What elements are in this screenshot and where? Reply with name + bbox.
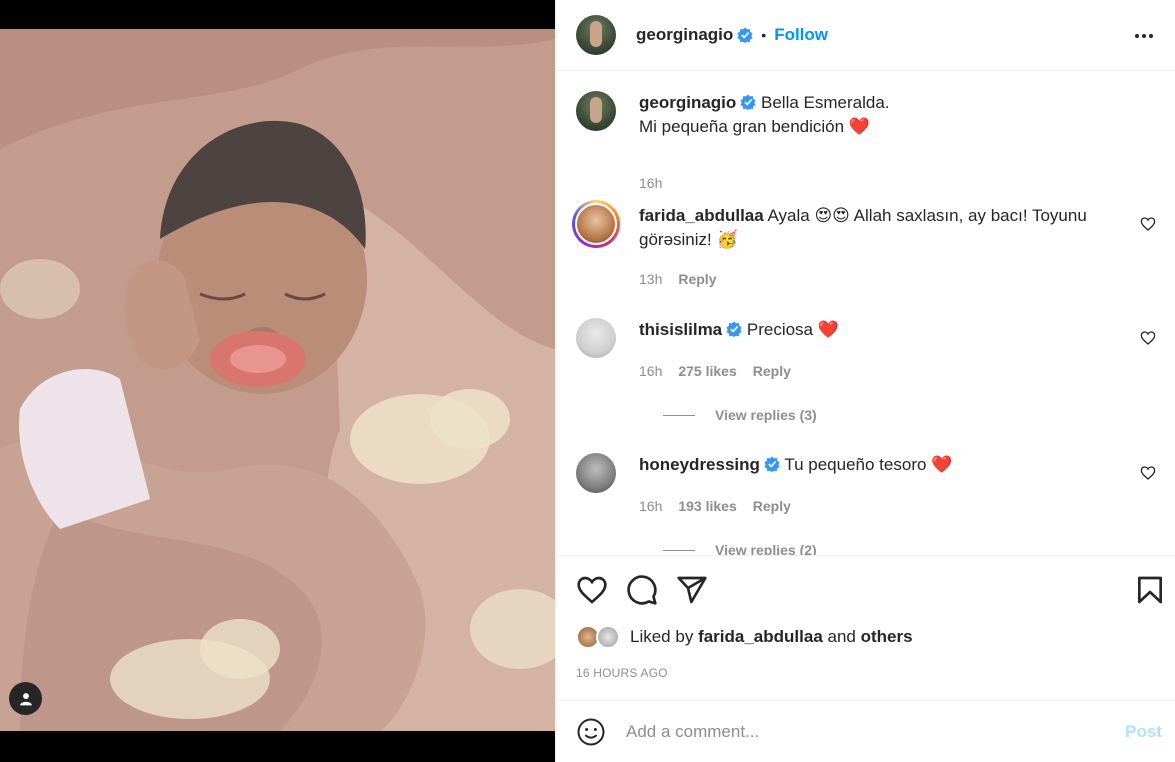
comment-icon[interactable] (626, 574, 658, 606)
caption-meta: 16h (639, 175, 662, 191)
emoji-icon[interactable] (576, 717, 606, 747)
commenter-avatar[interactable] (576, 453, 616, 493)
more-options-icon[interactable] (1132, 24, 1156, 48)
view-replies-button[interactable]: View replies (2) (663, 542, 817, 555)
comment-likes[interactable]: 193 likes (678, 498, 736, 514)
comment-likes[interactable]: 275 likes (678, 363, 736, 379)
comment-body: Tu pequeño tesoro ❤️ (784, 455, 953, 474)
comment-composer: Post (556, 700, 1175, 762)
comment-item: thisislilma Preciosa ❤️ 16h 275 likes Re… (576, 318, 1156, 458)
heart-icon[interactable] (1140, 216, 1156, 232)
post-media (0, 0, 555, 762)
share-icon[interactable] (676, 574, 708, 606)
heart-icon[interactable] (1140, 330, 1156, 346)
view-replies-label: View replies (2) (715, 542, 817, 555)
comment-meta: 13h Reply (639, 271, 716, 287)
comments-list[interactable]: georginagio Bella Esmeralda. Mi pequeña … (556, 71, 1175, 555)
verified-badge-icon (737, 27, 753, 43)
post-comment-button[interactable]: Post (1125, 722, 1162, 742)
likes-summary[interactable]: Liked by farida_abdullaa and others (576, 624, 913, 650)
likes-others[interactable]: others (861, 627, 913, 647)
view-replies-button[interactable]: View replies (3) (663, 407, 817, 423)
comment-text: thisislilma Preciosa ❤️ (639, 318, 1129, 342)
post-panel: georginagio • Follow georginagio Bella E… (555, 0, 1175, 762)
baby-photo-illustration (0, 29, 555, 731)
verified-badge-icon (764, 456, 780, 472)
post-timestamp: 16 HOURS AGO (576, 666, 668, 680)
comment-meta: 16h 193 likes Reply (639, 498, 791, 514)
caption-time: 16h (639, 175, 663, 191)
comment-text: honeydressing Tu pequeño tesoro ❤️ (639, 453, 1129, 477)
comment-time: 16h (639, 498, 663, 514)
likes-user[interactable]: farida_abdullaa (698, 627, 823, 647)
reply-button[interactable]: Reply (753, 498, 791, 514)
comment-text: farida_abdullaa Ayala 😍😍 Allah saxlasın,… (639, 204, 1129, 252)
comment-time: 13h (639, 271, 663, 287)
view-replies-label: View replies (3) (715, 407, 817, 423)
comment-username[interactable]: honeydressing (639, 455, 760, 474)
comment-username[interactable]: thisislilma (639, 320, 722, 339)
comment-item: farida_abdullaa Ayala 😍😍 Allah saxlasın,… (572, 200, 1156, 294)
comment-username[interactable]: farida_abdullaa (639, 206, 764, 225)
comment-body: Preciosa ❤️ (746, 320, 839, 339)
heart-icon[interactable] (1140, 465, 1156, 481)
liker-avatar (596, 625, 620, 649)
bookmark-icon[interactable] (1134, 574, 1166, 606)
comment-meta: 16h 275 likes Reply (639, 363, 791, 379)
commenter-avatar[interactable] (576, 318, 616, 358)
caption-username[interactable]: georginagio (639, 93, 736, 112)
owner-avatar[interactable] (576, 15, 616, 55)
follow-button[interactable]: Follow (774, 25, 828, 45)
caption: georginagio Bella Esmeralda. Mi pequeña … (576, 91, 1156, 191)
reply-button[interactable]: Reply (678, 271, 716, 287)
caption-text: georginagio Bella Esmeralda. Mi pequeña … (639, 91, 1129, 139)
post-header: georginagio • Follow (556, 0, 1175, 71)
likes-and: and (827, 627, 856, 646)
owner-username[interactable]: georginagio (636, 25, 733, 45)
caption-line-2: Mi pequeña gran bendición ❤️ (639, 117, 870, 136)
comment-input[interactable] (626, 721, 1106, 742)
post-actions: Liked by farida_abdullaa and others 16 H… (556, 555, 1175, 700)
user-tag-icon (19, 692, 32, 705)
comment-item: honeydressing Tu pequeño tesoro ❤️ 16h 1… (576, 453, 1156, 555)
header-separator: • (761, 27, 767, 43)
caption-line-1: Bella Esmeralda. (761, 93, 890, 112)
reply-button[interactable]: Reply (753, 363, 791, 379)
likers-avatars (576, 624, 624, 650)
verified-badge-icon (726, 321, 742, 337)
verified-badge-icon (740, 94, 756, 110)
comment-time: 16h (639, 363, 663, 379)
commenter-avatar[interactable] (572, 200, 620, 248)
post-photo[interactable] (0, 29, 555, 731)
tagged-users-button[interactable] (9, 682, 42, 715)
likes-prefix: Liked by (630, 627, 694, 646)
caption-avatar[interactable] (576, 91, 616, 131)
heart-icon[interactable] (576, 574, 608, 606)
